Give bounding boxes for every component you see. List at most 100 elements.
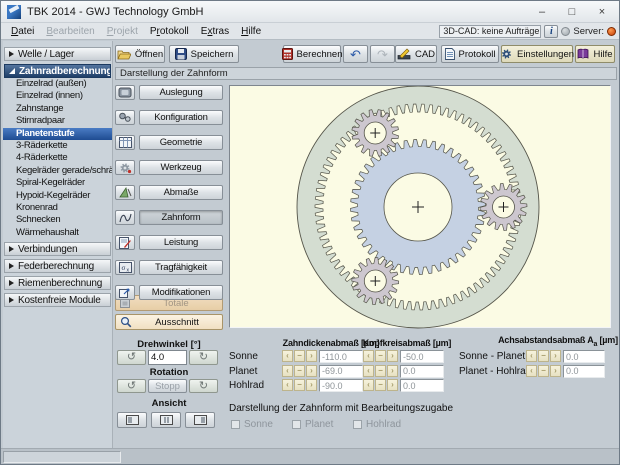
zahndicke-planet-decrease-button[interactable]: ‹ (282, 365, 293, 377)
gear-diagram-canvas[interactable] (229, 85, 611, 328)
sidebar-item-kronenrad[interactable]: Kronenrad (3, 202, 112, 214)
sidebar-group-verbindungen[interactable]: Verbindungen (4, 242, 111, 256)
sidebar-group-federberechnung[interactable]: Federberechnung (4, 259, 111, 273)
undo-button[interactable]: ↶ (343, 45, 368, 63)
drehwinkel-input[interactable] (148, 350, 187, 365)
zahndicke-sonne-stepper: ‹−› (282, 350, 317, 362)
kopfkreis-planet-reset-button[interactable]: − (375, 365, 386, 377)
nav-werkzeug-button[interactable]: Werkzeug (139, 160, 223, 175)
achsabstand-planet-hohlrad-reset-button[interactable]: − (538, 365, 549, 377)
rotation-label: Rotation (115, 367, 223, 378)
report-button[interactable]: Protokoll (441, 45, 499, 63)
nav-modifikationen-button[interactable]: Modifikationen (139, 285, 223, 300)
zahndicke-sonne-increase-button[interactable]: › (306, 350, 317, 362)
zahndicke-planet-reset-button[interactable]: − (294, 365, 305, 377)
sidebar-item-planetenstufe[interactable]: Planetenstufe (3, 128, 112, 140)
nav-zahnform-button[interactable]: Zahnform (139, 210, 223, 225)
sidebar-item-kegelr-der-gerade-schr-g[interactable]: Kegelräder gerade/schräg (3, 165, 112, 177)
settings-button[interactable]: Einstellungen (501, 45, 573, 63)
nav-auslegung-button[interactable]: Auslegung (139, 85, 223, 100)
sidebar-item-einzelrad-innen[interactable]: Einzelrad (innen) (3, 90, 112, 102)
zahnform-icon[interactable] (115, 210, 135, 225)
achsabstand-sonne-planet-decrease-button[interactable]: ‹ (526, 350, 537, 362)
zahndicke-sonne-reset-button[interactable]: − (294, 350, 305, 362)
achsabstand-planet-hohlrad-decrease-button[interactable]: ‹ (526, 365, 537, 377)
konfiguration-icon[interactable] (115, 110, 135, 125)
rotate-ccw-button[interactable]: ↺ (117, 350, 146, 365)
view-split-button[interactable] (151, 412, 181, 428)
kopfkreis-sonne-reset-button[interactable]: − (375, 350, 386, 362)
sidebar-item-3-r-derkette[interactable]: 3-Räderkette (3, 140, 112, 152)
achsabstand-planet-hohlrad-field[interactable] (563, 365, 605, 378)
rotation-ccw-button[interactable]: ↺ (117, 379, 146, 393)
tragfaehigkeit-icon[interactable]: σx (115, 260, 135, 275)
kopfkreis-hohlrad-reset-button[interactable]: − (375, 379, 386, 391)
sidebar-item-schnecken[interactable]: Schnecken (3, 214, 112, 226)
zahndicke-hohlrad-decrease-button[interactable]: ‹ (282, 379, 293, 391)
zahndicke-hohlrad-increase-button[interactable]: › (306, 379, 317, 391)
zahndicke-hohlrad-field[interactable] (319, 379, 363, 392)
sidebar-group-zahnradberechnung[interactable]: Zahnradberechnung (4, 64, 111, 78)
kopfkreis-sonne-field[interactable] (400, 350, 444, 363)
achsabstand-sonne-planet-reset-button[interactable]: − (538, 350, 549, 362)
sidebar-item-stirnradpaar[interactable]: Stirnradpaar (3, 115, 112, 127)
nav-geometrie-button[interactable]: Geometrie (139, 135, 223, 150)
nav-abma-e-button[interactable]: Abmaße (139, 185, 223, 200)
view-left-button[interactable] (117, 412, 147, 428)
cad-button[interactable]: CAD (395, 45, 437, 63)
sidebar-group-kostenfreie-module[interactable]: Kostenfreie Module (4, 293, 111, 307)
zahndicke-planet-field[interactable] (319, 365, 363, 378)
leistung-icon[interactable] (115, 235, 135, 250)
cad-button-label: CAD (415, 49, 435, 60)
open-button[interactable]: Öffnen (115, 45, 165, 63)
kopfkreis-hohlrad-decrease-button[interactable]: ‹ (363, 379, 374, 391)
view-right-button[interactable] (185, 412, 215, 428)
achsabstand-planet-hohlrad-increase-button[interactable]: › (550, 365, 561, 377)
kopfkreis-hohlrad-field[interactable] (400, 379, 444, 392)
menu-hilfe[interactable]: Hilfe (235, 26, 267, 37)
collapsed-icon (9, 280, 14, 286)
kopfkreis-hohlrad-increase-button[interactable]: › (387, 379, 398, 391)
minimize-button[interactable]: – (527, 1, 557, 23)
geometrie-icon[interactable] (115, 135, 135, 150)
save-button[interactable]: Speichern (169, 45, 239, 63)
info-button[interactable]: i (544, 25, 558, 38)
kopfkreis-planet-decrease-button[interactable]: ‹ (363, 365, 374, 377)
sidebar-item-w-rmehaushalt[interactable]: Wärmehaushalt (3, 227, 112, 239)
abmasse-icon[interactable] (115, 185, 135, 200)
menubar-items: DateiBearbeitenProjektProtokollExtrasHil… (5, 26, 267, 37)
auslegung-icon[interactable] (115, 85, 135, 100)
calculate-button[interactable]: Berechnen (283, 45, 341, 63)
kopfkreis-planet-field[interactable] (400, 365, 444, 378)
modifikationen-icon[interactable] (115, 285, 135, 300)
zahndicke-hohlrad-reset-button[interactable]: − (294, 379, 305, 391)
sidebar-item-4-r-derkette[interactable]: 4-Räderkette (3, 152, 112, 164)
nav-tragf-higkeit-button[interactable]: Tragfähigkeit (139, 260, 223, 275)
rotation-cw-button[interactable]: ↻ (189, 379, 218, 393)
sidebar-item-hypoid-kegelr-der[interactable]: Hypoid-Kegelräder (3, 190, 112, 202)
sidebar-item-zahnstange[interactable]: Zahnstange (3, 103, 112, 115)
sidebar-group-riemenberechnung[interactable]: Riemenberechnung (4, 276, 111, 290)
nav-leistung-button[interactable]: Leistung (139, 235, 223, 250)
sidebar-item-spiral-kegelr-der[interactable]: Spiral-Kegelräder (3, 177, 112, 189)
achsabstand-sonne-planet-increase-button[interactable]: › (550, 350, 561, 362)
zahndicke-sonne-field[interactable] (319, 350, 363, 363)
werkzeug-icon[interactable] (115, 160, 135, 175)
sidebar-item-einzelrad-au-en[interactable]: Einzelrad (außen) (3, 78, 112, 90)
sidebar-group-welle-lager[interactable]: Welle / Lager (4, 47, 111, 61)
help-button[interactable]: Hilfe (575, 45, 615, 63)
nav-konfiguration-button[interactable]: Konfiguration (139, 110, 223, 125)
kopfkreis-sonne-increase-button[interactable]: › (387, 350, 398, 362)
achsabstand-sonne-planet-field[interactable] (563, 350, 605, 363)
kopfkreis-planet-increase-button[interactable]: › (387, 365, 398, 377)
menu-protokoll[interactable]: Protokoll (144, 26, 195, 37)
zahndicke-sonne-decrease-button[interactable]: ‹ (282, 350, 293, 362)
ausschnitt-button[interactable]: Ausschnitt (115, 314, 223, 330)
rotate-cw-button[interactable]: ↻ (189, 350, 218, 365)
kopfkreis-sonne-decrease-button[interactable]: ‹ (363, 350, 374, 362)
maximize-button[interactable]: □ (557, 1, 587, 23)
menu-extras[interactable]: Extras (195, 26, 235, 37)
close-button[interactable]: × (587, 1, 617, 23)
menu-datei[interactable]: Datei (5, 26, 40, 37)
zahndicke-planet-increase-button[interactable]: › (306, 365, 317, 377)
